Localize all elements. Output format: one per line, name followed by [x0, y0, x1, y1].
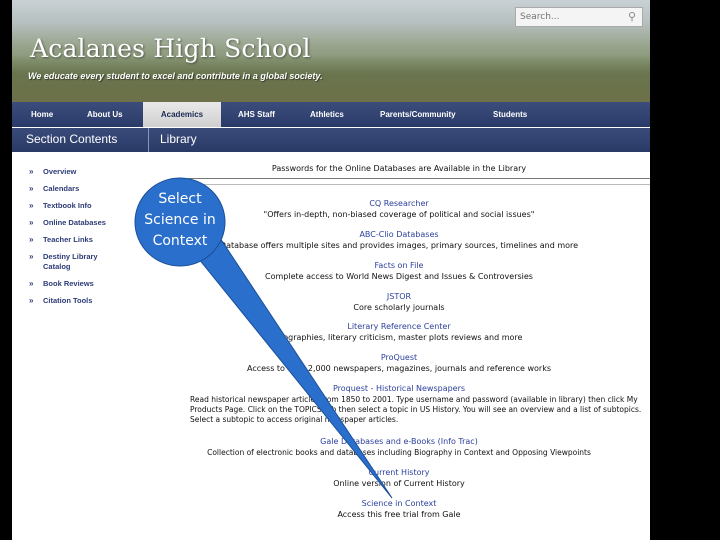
- divider: [188, 184, 650, 185]
- nav-ahs-staff[interactable]: AHS Staff: [238, 102, 275, 127]
- db-desc: Core scholarly journals: [353, 303, 445, 312]
- db-link-jstor[interactable]: JSTOR: [148, 292, 650, 301]
- db-desc: "Offers in-depth, non-biased coverage of…: [263, 210, 535, 219]
- passwords-note: Passwords for the Online Databases are A…: [271, 164, 527, 173]
- double-chevron-icon: »: [29, 235, 34, 244]
- double-chevron-icon: »: [29, 218, 34, 227]
- library-content: Passwords for the Online Databases are A…: [148, 152, 650, 540]
- db-link-current-history[interactable]: Current History: [148, 468, 650, 477]
- double-chevron-icon: »: [29, 252, 34, 261]
- nav-parents-community[interactable]: Parents/Community: [380, 102, 456, 127]
- double-chevron-icon: »: [29, 296, 34, 305]
- search-box: ⚲: [515, 7, 643, 27]
- db-desc: Database offers multiple sites and provi…: [219, 241, 579, 250]
- db-link-facts-on-file[interactable]: Facts on File: [148, 261, 650, 270]
- db-link-science-in-context[interactable]: Science in Context: [148, 499, 650, 508]
- double-chevron-icon: »: [29, 167, 34, 176]
- db-link-cq-researcher[interactable]: CQ Researcher: [148, 199, 650, 208]
- nav-athletics[interactable]: Athletics: [310, 102, 344, 127]
- db-desc: Collection of electronic books and datab…: [207, 448, 591, 457]
- page-title: Library: [160, 132, 197, 146]
- nav-about-us[interactable]: About Us: [87, 102, 123, 127]
- db-link-literary-reference-center[interactable]: Literary Reference Center: [148, 322, 650, 331]
- db-desc: Online version of Current History: [333, 479, 465, 488]
- db-link-proquest[interactable]: ProQuest: [148, 353, 650, 362]
- nav-home[interactable]: Home: [31, 102, 53, 127]
- nav-students[interactable]: Students: [493, 102, 527, 127]
- nav-academics[interactable]: Academics: [143, 102, 221, 127]
- db-link-gale-databases[interactable]: Gale Databases and e-Books (Info Trac): [148, 437, 650, 446]
- search-input[interactable]: [516, 8, 630, 26]
- db-link-proquest-historical-newspapers[interactable]: Proquest - Historical Newspapers: [148, 384, 650, 393]
- db-desc: Complete access to World News Digest and…: [265, 272, 533, 281]
- browser-page: Acalanes High School We educate every st…: [12, 0, 650, 540]
- school-motto: We educate every student to excel and co…: [28, 71, 323, 81]
- main-nav: Home About Us Academics AHS Staff Athlet…: [12, 102, 650, 127]
- db-desc: Access to over 2,000 newspapers, magazin…: [246, 364, 551, 373]
- search-icon[interactable]: ⚲: [623, 9, 641, 25]
- sidebar: » Overview » Calendars » Textbook Info » Onl…: [29, 167, 106, 305]
- double-chevron-icon: »: [29, 184, 34, 193]
- double-chevron-icon: »: [29, 201, 34, 210]
- callout-text: Select Science in Context: [144, 191, 216, 249]
- db-desc: Access this free trial from Gale: [337, 510, 461, 519]
- section-bar: Section Contents Library: [12, 128, 650, 152]
- section-divider: [148, 128, 149, 152]
- db-link-abc-clio[interactable]: ABC-Clio Databases: [148, 230, 650, 239]
- db-desc: Read historical newspaper articles from …: [190, 395, 642, 424]
- school-name: Acalanes High School: [30, 34, 311, 63]
- header-banner: Acalanes High School We educate every st…: [12, 0, 650, 102]
- section-contents-title: Section Contents: [26, 132, 118, 146]
- divider: [188, 178, 650, 179]
- double-chevron-icon: »: [29, 279, 34, 288]
- db-desc: Biographies, literary criticism, master …: [275, 333, 523, 342]
